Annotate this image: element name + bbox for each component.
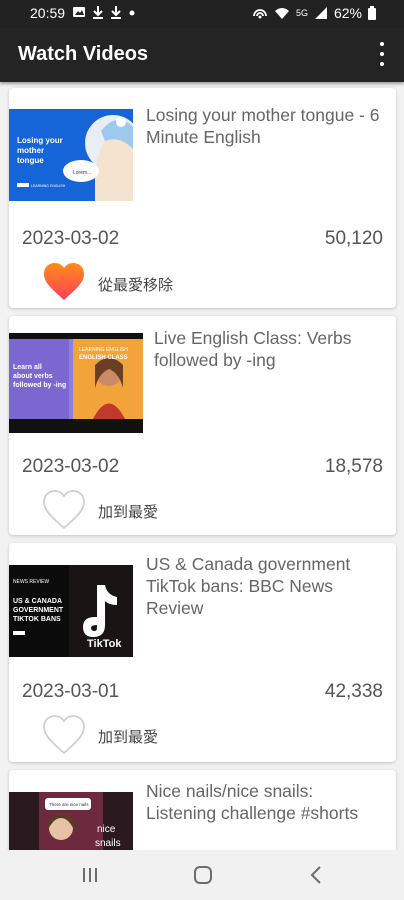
- download-icon: [93, 6, 103, 19]
- video-views: 18,578: [324, 456, 383, 477]
- video-views: 50,120: [324, 228, 383, 249]
- svg-text:NEWS REVIEW: NEWS REVIEW: [13, 579, 49, 585]
- svg-text:Learn all: Learn all: [13, 364, 42, 371]
- svg-text:Losing your: Losing your: [17, 136, 63, 145]
- battery-level: 62%: [333, 5, 362, 21]
- svg-text:snails: snails: [95, 838, 121, 849]
- add-favorite-label[interactable]: 加到最愛: [98, 501, 158, 522]
- status-bar: 20:59 5G 62%: [0, 0, 404, 28]
- svg-text:followed by -ing: followed by -ing: [13, 382, 66, 389]
- add-favorite-label[interactable]: 加到最愛: [98, 726, 158, 747]
- system-icons: 5G 62%: [252, 5, 376, 21]
- svg-text:about verbs: about verbs: [13, 373, 53, 380]
- svg-text:tongue: tongue: [17, 156, 44, 165]
- video-thumbnail[interactable]: Losing your mother tongue Lorem... LEARN…: [9, 109, 133, 201]
- svg-text:LEARNING ENGLISH: LEARNING ENGLISH: [79, 347, 128, 353]
- remove-favorite-label[interactable]: 從最愛移除: [98, 274, 173, 295]
- video-title[interactable]: Nice nails/nice snails: Listening challe…: [146, 780, 386, 824]
- back-icon[interactable]: [308, 864, 324, 886]
- svg-text:LEARNING ENGLISH: LEARNING ENGLISH: [31, 184, 66, 188]
- overflow-menu-icon[interactable]: [378, 42, 386, 66]
- video-views: 42,338: [324, 681, 383, 702]
- heart-filled-icon[interactable]: [43, 262, 85, 302]
- video-date: 2023-03-02: [22, 456, 120, 477]
- image-notification-icon: [73, 7, 85, 17]
- heart-outline-icon[interactable]: [43, 715, 85, 755]
- svg-text:TIKTOK BANS: TIKTOK BANS: [13, 616, 61, 623]
- video-thumbnail[interactable]: NEWS REVIEW US & CANADA GOVERNMENT TIKTO…: [9, 565, 133, 657]
- thumbnail-image: Learn all about verbs followed by -ing L…: [9, 333, 143, 433]
- svg-text:ENGLISH CLASS: ENGLISH CLASS: [79, 355, 128, 361]
- page-title: Watch Videos: [18, 43, 149, 65]
- svg-text:nice: nice: [97, 824, 116, 835]
- svg-text:GOVERNMENT: GOVERNMENT: [13, 607, 64, 614]
- thumbnail-image: NEWS REVIEW US & CANADA GOVERNMENT TIKTO…: [9, 565, 133, 657]
- video-thumbnail[interactable]: Learn all about verbs followed by -ing L…: [9, 333, 143, 433]
- home-icon[interactable]: [192, 864, 214, 886]
- download-icon-2: [111, 6, 121, 19]
- svg-text:Lorem...: Lorem...: [73, 170, 91, 176]
- thumbnail-image: There are nice nails nice snails: [9, 792, 133, 850]
- video-card[interactable]: Losing your mother tongue Lorem... LEARN…: [9, 88, 396, 308]
- video-date: 2023-03-01: [22, 681, 120, 702]
- video-thumbnail[interactable]: There are nice nails nice snails: [9, 792, 133, 850]
- network-type: 5G: [295, 8, 308, 18]
- video-card[interactable]: NEWS REVIEW US & CANADA GOVERNMENT TIKTO…: [9, 543, 396, 762]
- recent-apps-icon[interactable]: [80, 864, 100, 886]
- system-navigation-bar: [0, 850, 404, 900]
- app-bar: Watch Videos: [0, 28, 404, 82]
- svg-text:TikTok: TikTok: [87, 638, 122, 650]
- battery-icon: [368, 6, 376, 20]
- status-time: 20:59: [30, 5, 66, 21]
- video-list[interactable]: Losing your mother tongue Lorem... LEARN…: [0, 82, 404, 850]
- heart-outline-icon[interactable]: [43, 490, 85, 530]
- video-title[interactable]: Live English Class: Verbs followed by -i…: [154, 327, 384, 371]
- hotspot-icon: [253, 9, 267, 19]
- wifi-icon: [274, 8, 289, 19]
- video-date: 2023-03-02: [22, 228, 120, 249]
- video-title[interactable]: Losing your mother tongue - 6 Minute Eng…: [146, 104, 386, 148]
- video-title[interactable]: US & Canada government TikTok bans: BBC …: [146, 553, 386, 619]
- svg-text:mother: mother: [17, 146, 44, 155]
- video-card[interactable]: There are nice nails nice snails Nice na…: [9, 770, 396, 850]
- notification-icons: [72, 5, 136, 19]
- thumbnail-image: Losing your mother tongue Lorem... LEARN…: [9, 109, 133, 201]
- svg-text:US & CANADA: US & CANADA: [13, 598, 62, 605]
- dot-icon: [129, 10, 135, 16]
- video-card[interactable]: Learn all about verbs followed by -ing L…: [9, 316, 396, 535]
- svg-text:There are nice nails: There are nice nails: [49, 802, 89, 807]
- signal-icon: [314, 7, 327, 19]
